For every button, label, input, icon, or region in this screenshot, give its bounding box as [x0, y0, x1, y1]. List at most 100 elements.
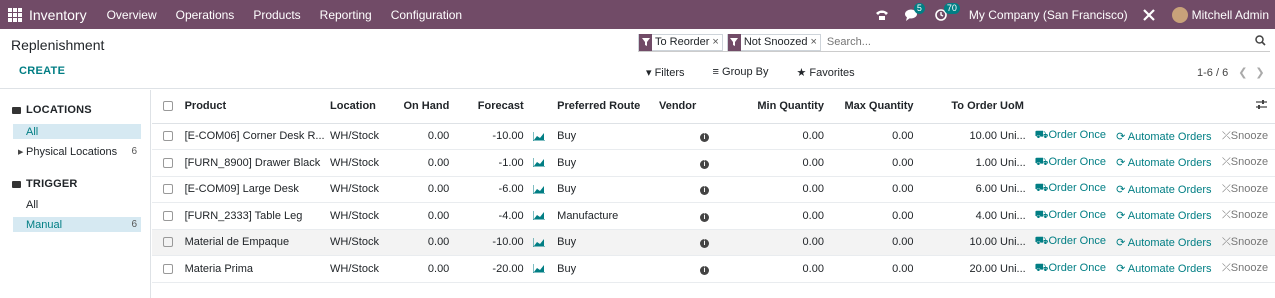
- location-cell[interactable]: WH/Stock: [324, 149, 398, 177]
- remove-facet-icon[interactable]: ×: [810, 36, 819, 48]
- min-qty-cell[interactable]: 0.00: [717, 176, 827, 203]
- filters-button[interactable]: ▾ Filters: [646, 66, 699, 79]
- table-row[interactable]: Materia Prima WH/Stock 0.00 -20.00 Buy i 0.00 0…: [152, 255, 1275, 283]
- select-all-checkbox[interactable]: [152, 90, 185, 124]
- header-on-hand[interactable]: On Hand: [397, 90, 453, 124]
- max-qty-cell[interactable]: 0.00: [826, 149, 917, 177]
- row-checkbox[interactable]: [152, 149, 185, 177]
- automate-orders-button[interactable]: ⟳ Automate Orders: [1116, 229, 1222, 256]
- order-once-button[interactable]: ⛟Order Once: [1034, 229, 1117, 256]
- header-forecast[interactable]: Forecast: [452, 90, 527, 124]
- forecast-graph-icon[interactable]: [526, 229, 558, 256]
- min-qty-cell[interactable]: 0.00: [717, 149, 827, 177]
- location-cell[interactable]: WH/Stock: [324, 123, 398, 150]
- forecast-graph-icon[interactable]: [526, 202, 558, 230]
- messages-icon[interactable]: 5: [904, 2, 925, 21]
- order-once-button[interactable]: ⛟Order Once: [1034, 202, 1117, 230]
- header-max-qty[interactable]: Max Quantity: [826, 90, 917, 124]
- snooze-button[interactable]: ⤫Snooze: [1221, 255, 1275, 283]
- max-qty-cell[interactable]: 0.00: [826, 176, 917, 203]
- to-order-cell[interactable]: 1.00: [916, 149, 1001, 177]
- to-order-cell[interactable]: 10.00: [916, 229, 1001, 256]
- snooze-button[interactable]: ⤫Snooze: [1221, 202, 1275, 230]
- row-checkbox[interactable]: [152, 123, 185, 150]
- header-min-qty[interactable]: Min Quantity: [717, 90, 827, 124]
- vendor-info-icon[interactable]: i: [658, 123, 717, 150]
- product-cell[interactable]: Materia Prima: [184, 255, 325, 283]
- header-location[interactable]: Location: [324, 90, 398, 124]
- table-row[interactable]: [FURN_2333] Table Leg WH/Stock 0.00 -4.00 Ma…: [152, 202, 1275, 230]
- product-cell[interactable]: [FURN_2333] Table Leg: [184, 202, 325, 230]
- location-cell[interactable]: WH/Stock: [324, 176, 398, 203]
- vendor-info-icon[interactable]: i: [658, 202, 717, 230]
- min-qty-cell[interactable]: 0.00: [717, 202, 827, 230]
- product-cell[interactable]: [FURN_8900] Drawer Black: [184, 149, 325, 177]
- trigger-item-all[interactable]: All: [13, 197, 141, 212]
- forecast-graph-icon[interactable]: [526, 255, 558, 283]
- snooze-button[interactable]: ⤫Snooze: [1221, 149, 1275, 177]
- route-cell[interactable]: Buy: [557, 123, 659, 150]
- trigger-item-manual[interactable]: Manual 6: [13, 217, 141, 232]
- vendor-info-icon[interactable]: i: [658, 176, 717, 203]
- product-cell[interactable]: [E-COM06] Corner Desk R...: [184, 123, 325, 150]
- company-switcher[interactable]: My Company (San Francisco): [969, 8, 1128, 22]
- app-name[interactable]: Inventory: [29, 7, 87, 23]
- sliders-icon[interactable]: [1256, 99, 1267, 110]
- max-qty-cell[interactable]: 0.00: [826, 202, 917, 230]
- row-checkbox[interactable]: [152, 202, 185, 230]
- vendor-info-icon[interactable]: i: [658, 149, 717, 177]
- automate-orders-button[interactable]: ⟳ Automate Orders: [1116, 255, 1222, 283]
- row-checkbox[interactable]: [152, 255, 185, 283]
- table-row[interactable]: [E-COM06] Corner Desk R... WH/Stock 0.00 -1…: [152, 123, 1275, 150]
- menu-products[interactable]: Products: [253, 8, 300, 22]
- header-to-order[interactable]: To Order: [916, 90, 1001, 124]
- to-order-cell[interactable]: 4.00: [916, 202, 1001, 230]
- route-cell[interactable]: Buy: [557, 229, 659, 256]
- order-once-button[interactable]: ⛟Order Once: [1034, 255, 1117, 283]
- user-menu[interactable]: Mitchell Admin: [1192, 8, 1269, 22]
- location-cell[interactable]: WH/Stock: [324, 202, 398, 230]
- max-qty-cell[interactable]: 0.00: [826, 255, 917, 283]
- debug-tools-icon[interactable]: [1142, 8, 1156, 22]
- header-product[interactable]: Product: [184, 90, 325, 124]
- min-qty-cell[interactable]: 0.00: [717, 255, 827, 283]
- order-once-button[interactable]: ⛟Order Once: [1034, 123, 1117, 150]
- menu-overview[interactable]: Overview: [107, 8, 157, 22]
- location-cell[interactable]: WH/Stock: [324, 255, 398, 283]
- pager-next-icon[interactable]: ❯: [1255, 66, 1264, 79]
- activities-icon[interactable]: 70: [935, 2, 960, 21]
- product-cell[interactable]: Material de Empaque: [184, 229, 325, 256]
- favorites-button[interactable]: ★ Favorites: [796, 66, 868, 79]
- phone-icon[interactable]: [875, 9, 889, 21]
- max-qty-cell[interactable]: 0.00: [826, 229, 917, 256]
- route-cell[interactable]: Buy: [557, 176, 659, 203]
- pager-value[interactable]: 1-6 / 6: [1197, 67, 1228, 79]
- to-order-cell[interactable]: 6.00: [916, 176, 1001, 203]
- table-row[interactable]: [FURN_8900] Drawer Black WH/Stock 0.00 -1.0…: [152, 149, 1275, 177]
- location-item-all[interactable]: All: [13, 124, 141, 139]
- pager-previous-icon[interactable]: ❮: [1238, 66, 1247, 79]
- order-once-button[interactable]: ⛟Order Once: [1034, 176, 1117, 203]
- snooze-button[interactable]: ⤫Snooze: [1221, 229, 1275, 256]
- vendor-info-icon[interactable]: i: [658, 229, 717, 256]
- header-uom[interactable]: UoM: [1000, 90, 1035, 124]
- table-row[interactable]: [E-COM09] Large Desk WH/Stock 0.00 -6.00 Buy…: [152, 176, 1275, 203]
- max-qty-cell[interactable]: 0.00: [826, 123, 917, 150]
- to-order-cell[interactable]: 20.00: [916, 255, 1001, 283]
- route-cell[interactable]: Buy: [557, 149, 659, 177]
- menu-reporting[interactable]: Reporting: [320, 8, 372, 22]
- min-qty-cell[interactable]: 0.00: [717, 229, 827, 256]
- user-avatar[interactable]: [1171, 6, 1188, 23]
- order-once-button[interactable]: ⛟Order Once: [1034, 149, 1117, 177]
- apps-menu-icon[interactable]: [8, 7, 22, 22]
- forecast-graph-icon[interactable]: [526, 123, 558, 150]
- route-cell[interactable]: Buy: [557, 255, 659, 283]
- header-vendor[interactable]: Vendor: [658, 90, 717, 124]
- create-button[interactable]: CREATE: [19, 65, 65, 77]
- min-qty-cell[interactable]: 0.00: [717, 123, 827, 150]
- table-row[interactable]: Material de Empaque WH/Stock 0.00 -10.00 Buy…: [152, 229, 1275, 256]
- caret-right-icon[interactable]: ▶: [18, 148, 23, 156]
- row-checkbox[interactable]: [152, 176, 185, 203]
- forecast-graph-icon[interactable]: [526, 176, 558, 203]
- vendor-info-icon[interactable]: i: [658, 255, 717, 283]
